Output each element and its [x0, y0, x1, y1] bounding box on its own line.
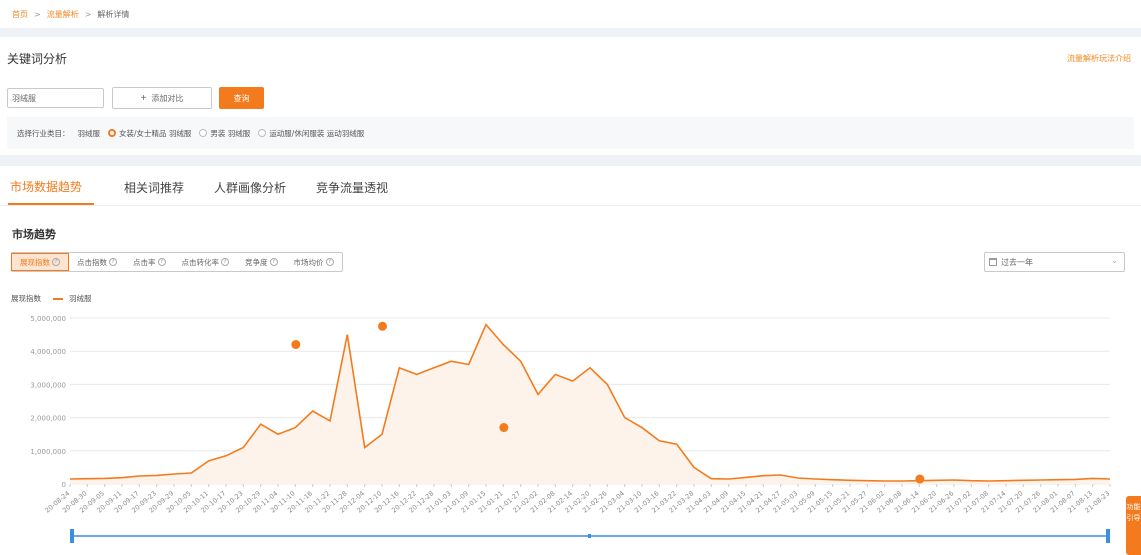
- series-area: [70, 324, 1110, 484]
- metric-avg-price[interactable]: 市场均价?: [286, 253, 342, 271]
- breadcrumb-separator: >: [84, 9, 92, 19]
- radio-selected-icon: [108, 129, 116, 137]
- help-icon: ?: [109, 258, 117, 266]
- analysis-tabs: 市场数据趋势 相关词推荐 人群画像分析 竞争流量透视: [0, 166, 1141, 206]
- breadcrumb-home-link[interactable]: 首页: [12, 9, 28, 20]
- metric-ctr[interactable]: 点击率?: [125, 253, 174, 271]
- category-option-label: 女装/女士精品 羽绒服: [119, 128, 192, 138]
- keyword-header: 关键词分析 流量解析玩法介绍: [0, 37, 1141, 79]
- data-marker[interactable]: [378, 321, 387, 331]
- metric-impression-index[interactable]: 展现指数?: [11, 253, 69, 271]
- category-option-label: 男装 羽绒服: [210, 128, 251, 138]
- page-title: 关键词分析: [7, 51, 68, 66]
- help-icon: ?: [269, 258, 278, 266]
- metric-competition[interactable]: 竞争度?: [237, 253, 286, 271]
- help-icon: ?: [157, 258, 166, 266]
- section-divider: [0, 28, 1141, 37]
- breadcrumb-traffic-link[interactable]: 流量解析: [47, 9, 79, 20]
- metric-label: 点击率: [133, 257, 156, 267]
- help-icon: ?: [52, 258, 60, 266]
- y-tick-label: 3,000,000: [30, 381, 66, 389]
- y-tick-label: 1,000,000: [30, 448, 66, 456]
- metric-label: 市场均价: [293, 257, 324, 267]
- period-value: 过去一年: [1001, 257, 1033, 267]
- trend-chart: 0 1,000,000 2,000,000 3,000,000 4,000,000 5,0…: [30, 315, 1111, 543]
- radio-icon: [199, 129, 208, 137]
- chevron-down-icon: ⌄: [1111, 256, 1118, 265]
- help-icon: ?: [221, 258, 229, 266]
- y-tick-label: 5,000,000: [30, 315, 66, 323]
- category-radio-option[interactable]: 男装 羽绒服: [199, 128, 250, 139]
- metric-label: 点击转化率: [181, 257, 220, 267]
- period-select[interactable]: 过去一年 ⌄: [984, 252, 1125, 272]
- category-selector: 选择行业类目： 羽绒服 女装/女士精品 羽绒服 男装 羽绒服 运动服/休闲服装 …: [7, 117, 1134, 149]
- data-marker[interactable]: [499, 423, 509, 433]
- metric-switcher: 展现指数? 点击指数? 点击率? 点击转化率? 竞争度? 市场均价?: [11, 252, 343, 272]
- y-tick-label: 4,000,000: [30, 348, 66, 356]
- metric-label: 展现指数: [20, 257, 50, 267]
- section-divider: [0, 155, 1141, 166]
- zoom-handle-left[interactable]: [70, 529, 74, 543]
- help-icon: ?: [325, 258, 334, 266]
- breadcrumb: 首页 > 流量解析 > 解析详情: [0, 0, 1141, 28]
- data-marker[interactable]: [291, 340, 301, 350]
- y-tick-label: 2,000,000: [30, 415, 66, 423]
- feature-guide-tab[interactable]: 功能引导: [1126, 496, 1141, 555]
- category-keyword: 羽绒服: [77, 128, 101, 138]
- calendar-icon: [989, 258, 997, 266]
- query-button[interactable]: 查询: [219, 87, 264, 109]
- zoom-handle-right[interactable]: [1106, 529, 1110, 543]
- category-label: 选择行业类目：: [17, 128, 70, 138]
- guide-link[interactable]: 流量解析玩法介绍: [1067, 53, 1131, 64]
- metric-label: 点击指数: [77, 257, 107, 267]
- breadcrumb-separator: >: [34, 9, 41, 19]
- radio-icon: [258, 129, 267, 137]
- breadcrumb-current: 解析详情: [97, 9, 130, 19]
- category-radio-option[interactable]: 运动服/休闲服装 运动羽绒服: [258, 128, 364, 139]
- search-row: + 添加对比 查询: [0, 79, 1141, 117]
- category-option-label: 运动服/休闲服装 运动羽绒服: [269, 128, 365, 138]
- add-compare-button[interactable]: + 添加对比: [112, 87, 212, 109]
- metric-click-index[interactable]: 点击指数?: [69, 253, 125, 271]
- plus-icon: +: [140, 92, 147, 104]
- data-marker[interactable]: [915, 474, 925, 484]
- tab-market-trend[interactable]: 市场数据趋势: [8, 178, 95, 205]
- keyword-input[interactable]: [7, 88, 104, 108]
- metric-label: 竞争度: [245, 257, 268, 267]
- metric-conversion-rate[interactable]: 点击转化率?: [174, 253, 238, 271]
- y-tick-label: 0: [62, 481, 66, 489]
- add-compare-label: 添加对比: [151, 93, 184, 103]
- zoom-drag-center[interactable]: [588, 534, 591, 538]
- section-title: 市场趋势: [12, 228, 56, 241]
- tab-competition-traffic[interactable]: 竞争流量透视: [316, 179, 388, 205]
- tab-related-words[interactable]: 相关词推荐: [124, 179, 184, 205]
- tab-audience-profile[interactable]: 人群画像分析: [214, 179, 286, 205]
- category-radio-option[interactable]: 女装/女士精品 羽绒服: [108, 128, 191, 139]
